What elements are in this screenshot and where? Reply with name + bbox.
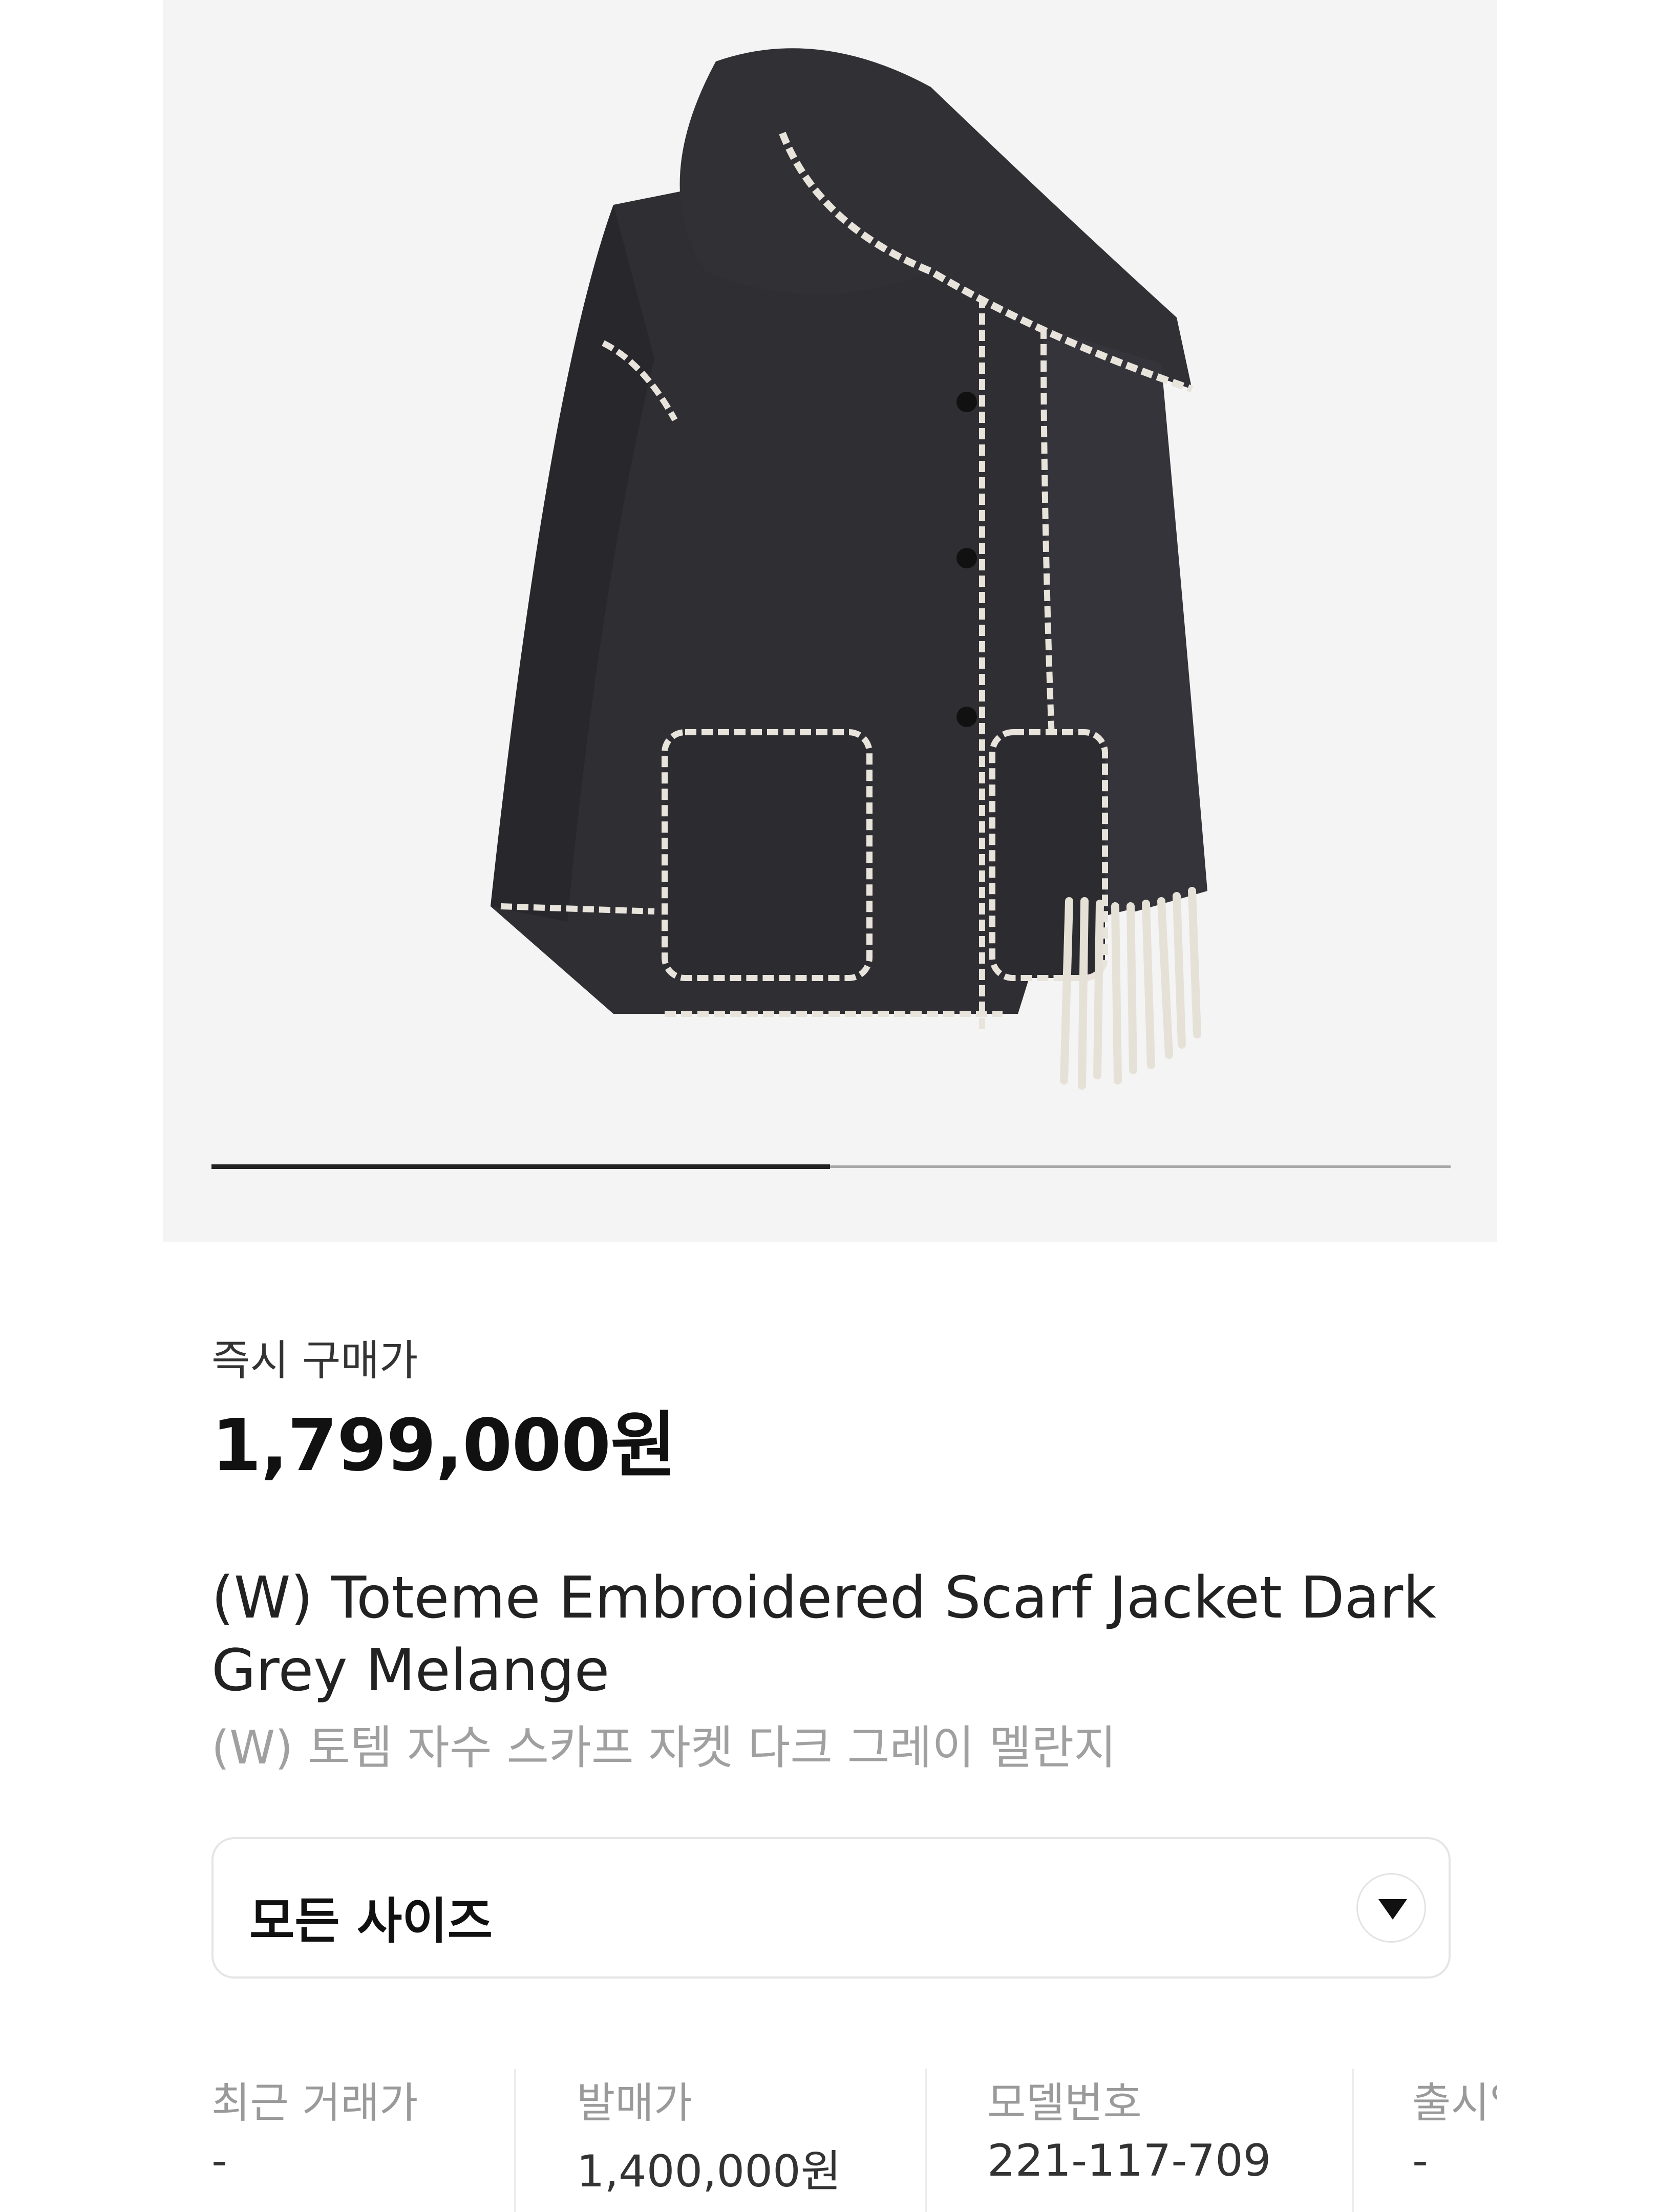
product-image-carousel[interactable] xyxy=(163,0,1497,1242)
size-select-label: 모든 사이즈 xyxy=(249,1892,493,1950)
info-divider xyxy=(1352,2069,1354,2212)
info-label: 모델번호 xyxy=(987,2079,1142,2128)
chevron-down-icon xyxy=(1378,1899,1407,1920)
info-label: 최근 거래가 xyxy=(211,2079,418,2128)
size-dropdown-button[interactable] xyxy=(1356,1873,1426,1943)
product-title: (W) Toteme Embroidered Scarf Jacket Dark… xyxy=(211,1565,1437,1704)
info-value: - xyxy=(211,2135,228,2186)
size-select[interactable]: 모든 사이즈 xyxy=(211,1837,1451,1979)
price-value: 1,799,000원 xyxy=(211,1404,676,1487)
product-image xyxy=(491,48,1207,1090)
info-value: 1,400,000원 xyxy=(577,2146,841,2197)
product-title-korean: (W) 토템 자수 스카프 자켓 다크 그레이 멜란지 xyxy=(211,1721,1117,1775)
info-divider xyxy=(514,2069,516,2212)
info-label: 출시일 xyxy=(1412,2079,1497,2128)
info-divider xyxy=(925,2069,927,2212)
info-label: 발매가 xyxy=(577,2079,693,2128)
info-value: - xyxy=(1412,2135,1429,2186)
carousel-progress-indicator xyxy=(211,1164,830,1169)
product-detail-page: 즉시 구매가 1,799,000원 (W) Toteme Embroidered… xyxy=(163,0,1497,2212)
price-label: 즉시 구매가 xyxy=(211,1336,418,1385)
info-value: 221-117-709 xyxy=(987,2135,1271,2186)
